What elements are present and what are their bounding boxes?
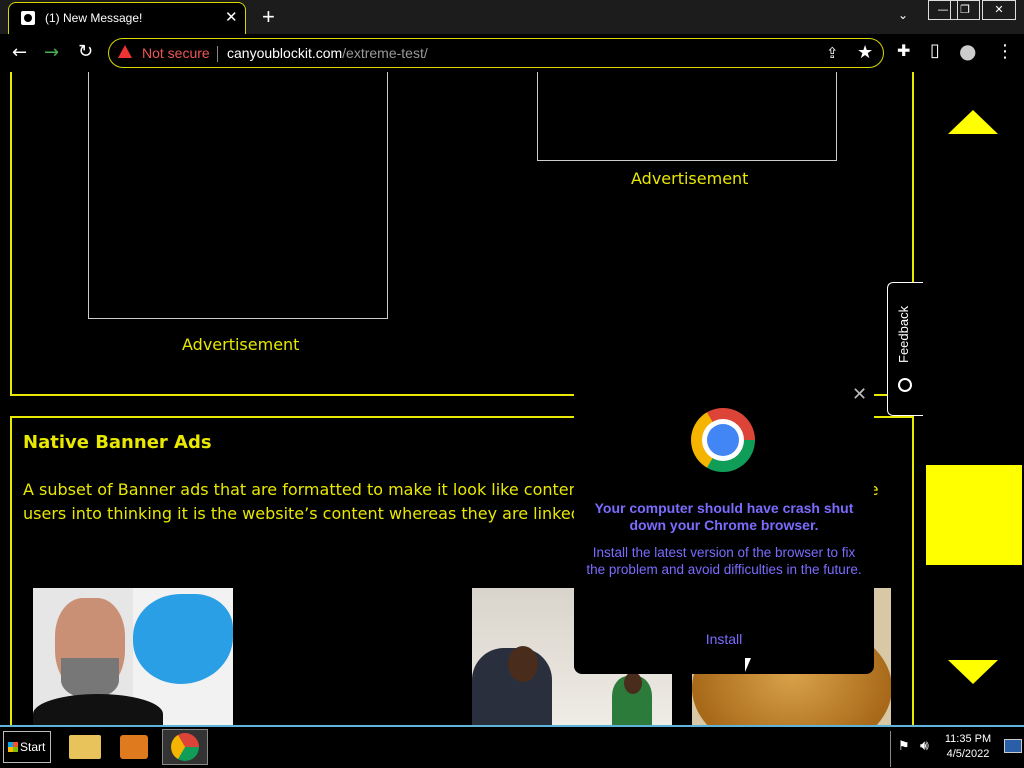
popup-title: Your computer should have crash shut dow… bbox=[594, 500, 854, 533]
scroll-down-arrow-icon[interactable] bbox=[948, 660, 998, 684]
bookmark-star-icon[interactable]: ★ bbox=[857, 42, 873, 63]
windows-logo-icon bbox=[8, 742, 18, 752]
ad-slot-1[interactable] bbox=[88, 72, 388, 319]
favicon-icon bbox=[21, 11, 35, 25]
tab-close-icon[interactable]: ✕ bbox=[225, 8, 238, 26]
menu-icon[interactable]: ⋮ bbox=[996, 41, 1014, 62]
feedback-chat-icon bbox=[898, 378, 912, 392]
browser-tab[interactable]: (1) New Message! ✕ bbox=[8, 2, 246, 34]
scroll-up-arrow-icon[interactable] bbox=[948, 110, 998, 134]
person-beard bbox=[61, 658, 119, 698]
file-explorer-taskbar-button[interactable] bbox=[66, 729, 106, 765]
media-player-taskbar-button[interactable] bbox=[114, 729, 154, 765]
warning-icon[interactable] bbox=[118, 45, 132, 58]
taskbar: Start ⚑ 🔊︎ 11:35 PM 4/5/2022 bbox=[0, 725, 1024, 768]
share-icon[interactable]: ⇪ bbox=[826, 44, 839, 62]
start-label: Start bbox=[20, 740, 46, 754]
page-content: Advertisement Advertisement Native Banne… bbox=[0, 72, 1024, 725]
native-ad-image-twitter[interactable] bbox=[33, 588, 233, 725]
tab-title: (1) New Message! bbox=[45, 11, 143, 25]
ad-label-1: Advertisement bbox=[182, 335, 300, 354]
profile-avatar-icon[interactable]: ● bbox=[959, 39, 976, 63]
address-bar[interactable] bbox=[108, 38, 884, 68]
extensions-icon[interactable]: ✚ bbox=[897, 41, 910, 60]
tab-strip: (1) New Message! ✕ + ⌄ — ❐ ✕ bbox=[0, 0, 1024, 34]
back-icon[interactable]: ← bbox=[12, 42, 27, 63]
fake-update-popup: ✕ Your computer should have crash shut d… bbox=[574, 382, 874, 674]
side-panel-icon[interactable]: ▯ bbox=[930, 40, 940, 61]
clock-date[interactable]: 4/5/2022 bbox=[938, 748, 998, 760]
url-path: /extreme-test/ bbox=[342, 45, 428, 61]
ad-slot-2[interactable] bbox=[537, 72, 837, 161]
network-icon[interactable]: ⚑ bbox=[898, 739, 910, 754]
media-player-icon bbox=[120, 735, 148, 759]
yellow-ad-block[interactable] bbox=[926, 465, 1022, 565]
chrome-icon bbox=[171, 733, 199, 761]
chrome-taskbar-button[interactable] bbox=[162, 729, 208, 765]
install-button[interactable]: Install bbox=[694, 631, 754, 647]
new-tab-button[interactable]: + bbox=[262, 4, 275, 30]
feedback-tab[interactable]: Feedback bbox=[887, 282, 923, 416]
url-host: canyoublockit.com bbox=[227, 45, 343, 61]
restore-button[interactable]: ❐ bbox=[950, 0, 980, 20]
forward-icon[interactable]: → bbox=[44, 42, 59, 63]
start-button[interactable]: Start bbox=[3, 731, 51, 763]
chrome-logo-icon bbox=[691, 408, 755, 472]
window-close-button[interactable]: ✕ bbox=[982, 0, 1016, 20]
url-divider bbox=[217, 46, 218, 62]
section-title: Native Banner Ads bbox=[23, 432, 212, 453]
person-shirt bbox=[33, 694, 163, 725]
reload-icon[interactable]: ↻ bbox=[78, 41, 93, 62]
tab-search-icon[interactable]: ⌄ bbox=[898, 8, 908, 22]
ad-label-2: Advertisement bbox=[631, 169, 749, 188]
url-text[interactable]: canyoublockit.com/extreme-test/ bbox=[227, 45, 428, 61]
popup-close-icon[interactable]: ✕ bbox=[852, 384, 867, 405]
folder-icon bbox=[69, 735, 101, 759]
security-indicator[interactable]: Not secure bbox=[142, 45, 210, 61]
man-head bbox=[508, 646, 538, 682]
clock-time[interactable]: 11:35 PM bbox=[938, 733, 998, 745]
volume-icon[interactable]: 🔊︎ bbox=[920, 738, 929, 754]
boy-head bbox=[624, 672, 642, 694]
popup-message: Install the latest version of the browse… bbox=[586, 545, 862, 577]
mouse-cursor-icon bbox=[745, 658, 751, 672]
feedback-label: Feedback bbox=[896, 305, 911, 363]
show-desktop-icon[interactable] bbox=[1004, 739, 1022, 753]
twitter-bird-icon bbox=[133, 594, 233, 684]
